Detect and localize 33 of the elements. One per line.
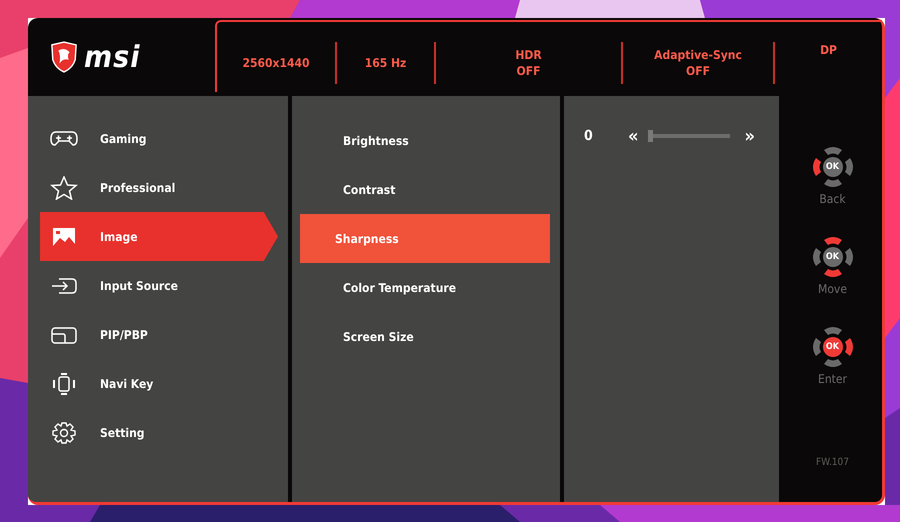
star-icon: [50, 176, 78, 200]
slider-thumb[interactable]: [648, 130, 654, 142]
status-readout: Adaptive-Sync OFF: [654, 47, 742, 79]
submenu-item[interactable]: Sharpness: [300, 214, 550, 263]
increase-button[interactable]: »: [744, 126, 755, 146]
submenu-item[interactable]: Color Temperature: [300, 263, 550, 312]
navigation-key-icon: [50, 372, 78, 396]
menu-item[interactable]: Gaming: [28, 114, 278, 163]
brand-logo: msi: [84, 40, 140, 74]
guide-label: Enter: [818, 372, 847, 386]
menu-item[interactable]: Input Source: [28, 261, 278, 310]
status-readout: DP: [820, 42, 837, 58]
status-readout: 165 Hz: [364, 55, 406, 71]
menu-item[interactable]: Image: [40, 212, 278, 261]
menu-item[interactable]: Navi Key: [28, 359, 278, 408]
settings-icon: [50, 420, 78, 444]
ok-label: OK: [824, 161, 840, 173]
value-reading: 0: [584, 128, 594, 144]
decrease-button[interactable]: «: [628, 126, 638, 146]
status-readout: 2560x1440: [242, 55, 310, 71]
dragon-shield-icon: [50, 40, 78, 74]
submenu-item[interactable]: Brightness: [300, 116, 550, 165]
ok-label: OK: [824, 251, 840, 263]
menu-item[interactable]: PIP/PBP: [28, 310, 278, 359]
menu-item[interactable]: Professional: [28, 163, 278, 212]
guide-label: Back: [819, 192, 846, 206]
menu-item[interactable]: Setting: [28, 408, 278, 457]
submenu-item[interactable]: Contrast: [300, 165, 550, 214]
firmware-version: FW.107: [816, 457, 849, 468]
submenu-item[interactable]: Screen Size: [300, 312, 550, 361]
ok-label: OK: [824, 341, 840, 353]
guide-label: Move: [818, 282, 847, 296]
status-readout: HDR OFF: [515, 47, 542, 79]
